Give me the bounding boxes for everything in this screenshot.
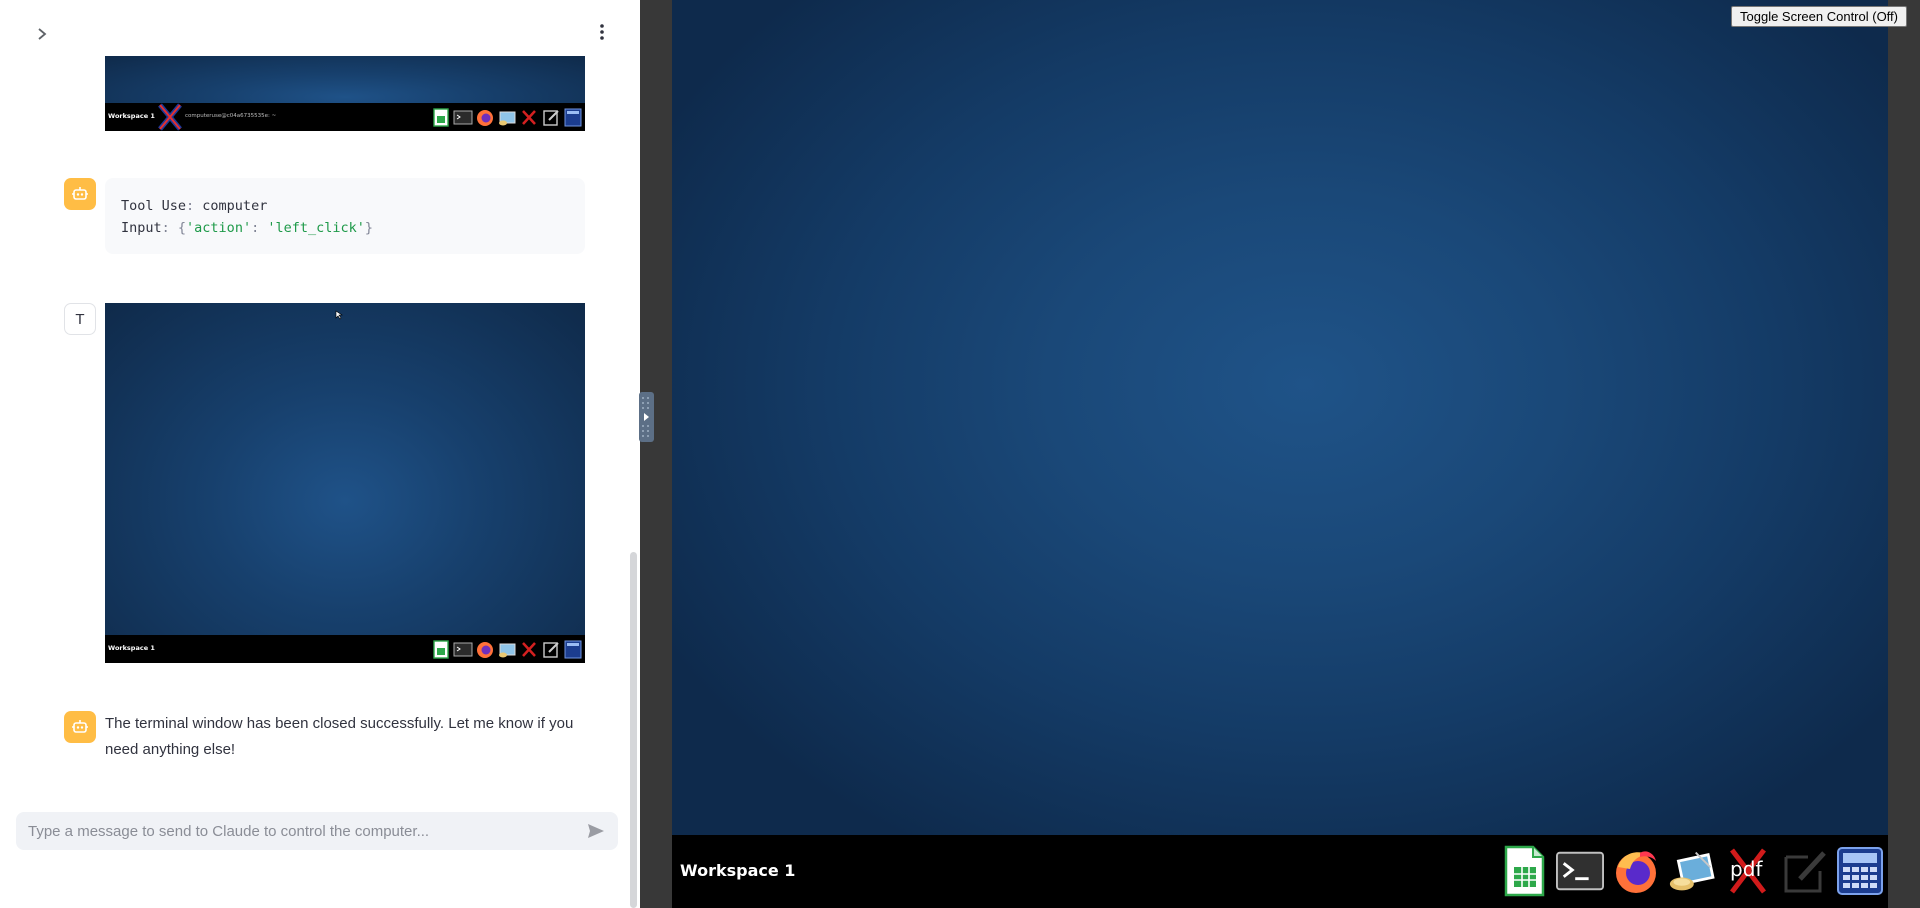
chat-scrollbar[interactable] — [630, 552, 637, 908]
tool-input-label: Input — [121, 220, 162, 236]
image-viewer-app-icon[interactable] — [1668, 845, 1716, 897]
terminal-icon — [453, 640, 473, 659]
screenshot-workspace-label: Workspace 1 — [108, 644, 155, 652]
app-dock: pdf — [1500, 845, 1884, 897]
screenshot-workspace-label: Workspace 1 — [108, 112, 155, 120]
tool-use-value: computer — [202, 198, 268, 214]
desktop-background[interactable] — [672, 0, 1888, 835]
tool-result-screenshot: Workspace 1 computeruse@c04a6735535e: ~ — [105, 56, 585, 131]
pdf-viewer-icon — [519, 640, 539, 659]
calculator-icon — [563, 640, 583, 659]
screenshot-dock — [431, 108, 583, 127]
sidebar-expand-chevron-icon[interactable] — [32, 24, 52, 44]
tool-use-code-block: Tool Use: computer Input: {'action': 'le… — [105, 178, 585, 254]
pdf-viewer-icon — [519, 108, 539, 127]
calculator-icon — [563, 108, 583, 127]
chat-input[interactable] — [26, 821, 584, 841]
robot-icon — [72, 187, 88, 200]
text-editor-app-icon[interactable] — [1780, 845, 1828, 897]
firefox-icon — [475, 640, 495, 659]
tool-result-screenshot: Workspace 1 — [105, 303, 585, 663]
robot-icon — [72, 720, 88, 733]
tool-use-line: Tool Use: computer — [121, 198, 268, 214]
remote-desktop[interactable]: Workspace 1 pdf — [672, 0, 1888, 908]
image-viewer-icon — [497, 108, 517, 127]
assistant-message: The terminal window has been closed succ… — [105, 715, 574, 758]
chat-pane: Workspace 1 computeruse@c04a6735535e: ~ … — [0, 0, 640, 908]
terminal-icon — [453, 108, 473, 127]
spreadsheet-app-icon[interactable] — [1500, 845, 1548, 897]
tool-use-label: Tool Use — [121, 198, 187, 214]
tool-input-close-brace: } — [364, 220, 374, 236]
firefox-app-icon[interactable] — [1612, 845, 1660, 897]
tool-input-value: 'left_click' — [267, 220, 365, 236]
right-edge-bar — [1888, 0, 1920, 908]
tool-input-line: Input: {'action': 'left_click'} — [121, 220, 374, 236]
pane-drag-handle[interactable] — [639, 392, 654, 442]
firefox-icon — [475, 108, 495, 127]
pdf-label: pdf — [1730, 857, 1763, 881]
screenshot-window-title: computeruse@c04a6735535e: ~ — [185, 113, 277, 119]
text-editor-icon — [541, 640, 561, 659]
user-avatar: T — [64, 303, 96, 335]
user-avatar-letter: T — [75, 310, 85, 328]
send-icon — [588, 824, 604, 838]
tool-input-open-brace: { — [177, 220, 187, 236]
chat-input-container — [16, 812, 618, 850]
text-editor-icon — [541, 108, 561, 127]
tool-input-key: 'action' — [186, 220, 252, 236]
pane-divider — [640, 0, 672, 908]
xterm-logo-icon — [157, 103, 183, 131]
spreadsheet-icon — [431, 108, 451, 127]
calculator-app-icon[interactable] — [1836, 845, 1884, 897]
desktop-taskbar: Workspace 1 pdf — [672, 835, 1888, 908]
assistant-avatar — [64, 711, 96, 743]
pdf-viewer-app-icon[interactable]: pdf — [1724, 845, 1772, 897]
terminal-app-icon[interactable] — [1556, 845, 1604, 897]
spreadsheet-icon — [431, 640, 451, 659]
send-button[interactable] — [584, 819, 608, 843]
image-viewer-icon — [497, 640, 517, 659]
mouse-cursor-icon — [335, 310, 343, 320]
workspace-label[interactable]: Workspace 1 — [680, 861, 795, 880]
assistant-avatar — [64, 178, 96, 210]
screenshot-taskbar: Workspace 1 — [105, 635, 585, 663]
main-menu-icon[interactable] — [591, 20, 613, 44]
toggle-screen-control-button[interactable]: Toggle Screen Control (Off) — [1731, 6, 1907, 27]
screenshot-taskbar: Workspace 1 computeruse@c04a6735535e: ~ — [105, 103, 585, 131]
screenshot-dock — [431, 640, 583, 659]
